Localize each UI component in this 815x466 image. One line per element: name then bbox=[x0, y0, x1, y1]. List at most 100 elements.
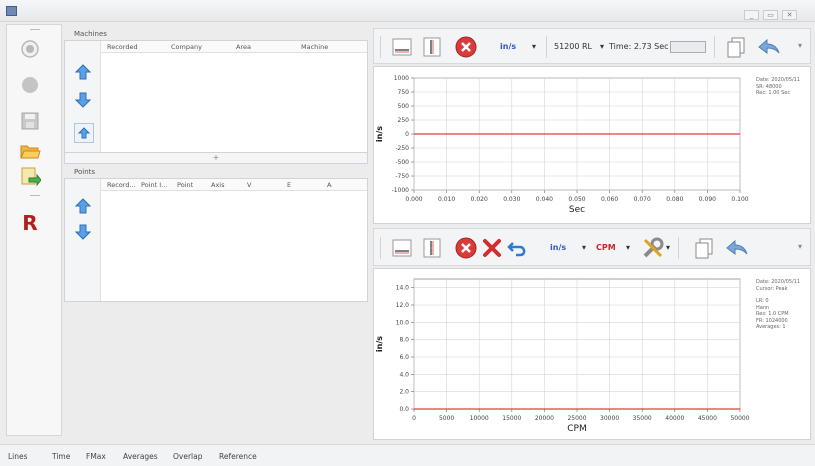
waveform-clear-button[interactable] bbox=[454, 35, 478, 59]
open-folder-button[interactable] bbox=[18, 139, 42, 163]
y-tick-label: 12.0 bbox=[396, 302, 410, 309]
x-tick-label: 35000 bbox=[633, 415, 652, 422]
waveform-chart-panel: 0.000 0.010 0.020 0.030 0.040 0.050 0.060 0.070… bbox=[373, 66, 811, 224]
x-tick-label: 5000 bbox=[439, 415, 454, 422]
spectrum-xunits-select[interactable]: CPM bbox=[596, 243, 616, 252]
spectrum-chart-panel: 0 5000 10000 15000 20000 25000 30000 35000 40000… bbox=[373, 268, 811, 440]
y-tick-label: -500 bbox=[395, 159, 409, 166]
machine-upload-button[interactable] bbox=[74, 123, 94, 143]
column-recorded[interactable]: Recorded bbox=[107, 43, 138, 51]
close-circle-icon bbox=[455, 237, 477, 259]
status-time[interactable]: Time bbox=[52, 452, 70, 461]
waveform-chart[interactable]: 0.000 0.010 0.020 0.030 0.040 0.050 0.060 0.070… bbox=[374, 67, 810, 223]
grip-divider bbox=[30, 195, 40, 196]
lines-dropdown-icon[interactable]: ▾ bbox=[600, 42, 604, 51]
status-reference[interactable]: Reference bbox=[219, 452, 257, 461]
lines-resolution-select[interactable]: 51200 RL bbox=[554, 42, 592, 51]
x-tick-label: 0.080 bbox=[666, 196, 683, 203]
stop-button[interactable] bbox=[18, 73, 42, 97]
column-v[interactable]: V bbox=[247, 181, 251, 189]
spectrum-lines-button[interactable] bbox=[390, 236, 414, 260]
save-disk-icon bbox=[21, 112, 39, 130]
arrow-up-icon bbox=[75, 198, 91, 214]
y-axis-label: in/s bbox=[375, 336, 384, 352]
report-button[interactable]: R bbox=[18, 211, 42, 235]
waveform-lines-button[interactable] bbox=[390, 35, 414, 59]
minimize-button[interactable]: _ bbox=[744, 10, 759, 20]
points-panel: Record... Point I... Point Axis V E A bbox=[64, 178, 368, 302]
record-button[interactable] bbox=[18, 37, 42, 61]
tools-dropdown-icon[interactable]: ▾ bbox=[666, 243, 670, 252]
spectrum-toolbar-overflow[interactable]: ▾ bbox=[798, 242, 802, 251]
column-axis[interactable]: Axis bbox=[211, 181, 225, 189]
status-lines[interactable]: Lines bbox=[8, 452, 28, 461]
points-column-headers: Record... Point I... Point Axis V E A bbox=[101, 179, 367, 191]
folder-open-icon bbox=[20, 145, 41, 159]
waveform-units-select[interactable]: in/s bbox=[500, 42, 516, 51]
points-list[interactable] bbox=[101, 191, 367, 301]
waveform-toolbar-overflow[interactable]: ▾ bbox=[798, 41, 802, 50]
toolbar-separator bbox=[678, 237, 679, 259]
x-tick-label: 0 bbox=[412, 415, 416, 422]
points-title: Points bbox=[74, 168, 96, 176]
x-tick-label: 25000 bbox=[567, 415, 586, 422]
x-tick-label: 0.090 bbox=[699, 196, 716, 203]
machines-nav-strip bbox=[65, 41, 101, 163]
machines-list[interactable] bbox=[101, 53, 367, 163]
column-point-id[interactable]: Point I... bbox=[141, 181, 167, 189]
progress-bar bbox=[670, 41, 706, 53]
spectrum-back-button[interactable] bbox=[724, 236, 750, 260]
status-averages[interactable]: Averages bbox=[123, 452, 158, 461]
undo-button[interactable] bbox=[756, 35, 782, 59]
tools-button[interactable] bbox=[640, 235, 666, 261]
y-tick-label: 10.0 bbox=[396, 319, 410, 326]
y-tick-label: 2.0 bbox=[399, 389, 409, 396]
spectrum-xunits-dropdown-icon[interactable]: ▾ bbox=[626, 243, 630, 252]
app-icon bbox=[6, 6, 17, 16]
status-overlap[interactable]: Overlap bbox=[173, 452, 202, 461]
column-company[interactable]: Company bbox=[171, 43, 202, 51]
column-a[interactable]: A bbox=[327, 181, 331, 189]
machine-move-up-button[interactable] bbox=[74, 63, 92, 81]
maximize-button[interactable]: ▭ bbox=[763, 10, 778, 20]
column-record[interactable]: Record... bbox=[107, 181, 136, 189]
save-button[interactable] bbox=[18, 109, 42, 133]
column-machine[interactable]: Machine bbox=[301, 43, 328, 51]
x-tick-label: 15000 bbox=[502, 415, 521, 422]
spectrum-units-select[interactable]: in/s bbox=[550, 243, 566, 252]
import-button[interactable] bbox=[18, 165, 42, 189]
x-axis-label: CPM bbox=[567, 424, 586, 434]
spectrum-units-dropdown-icon[interactable]: ▾ bbox=[582, 243, 586, 252]
spectrum-copy-button[interactable] bbox=[692, 236, 716, 260]
column-area[interactable]: Area bbox=[236, 43, 251, 51]
waveform-units-dropdown-icon[interactable]: ▾ bbox=[532, 42, 536, 51]
toolbar-separator bbox=[714, 36, 715, 58]
x-tick-label: 20000 bbox=[535, 415, 554, 422]
add-machine-button[interactable]: + bbox=[64, 152, 368, 164]
spectrum-cursor-button[interactable] bbox=[420, 236, 444, 260]
point-move-up-button[interactable] bbox=[74, 197, 92, 215]
y-tick-label: 14.0 bbox=[396, 285, 410, 292]
arrow-up-icon bbox=[75, 64, 91, 80]
machine-move-down-button[interactable] bbox=[74, 91, 92, 109]
spectrum-delete-button[interactable] bbox=[480, 236, 504, 260]
close-button[interactable]: ✕ bbox=[782, 10, 797, 20]
column-e[interactable]: E bbox=[287, 181, 291, 189]
toolbar-grip bbox=[380, 36, 381, 58]
column-point[interactable]: Point bbox=[177, 181, 193, 189]
spectrum-clear-button[interactable] bbox=[454, 236, 478, 260]
y-tick-label: 250 bbox=[398, 117, 410, 124]
copy-button[interactable] bbox=[724, 35, 748, 59]
stop-icon bbox=[22, 77, 38, 93]
status-fmax[interactable]: FMax bbox=[86, 452, 106, 461]
waveform-cursor-button[interactable] bbox=[420, 35, 444, 59]
machines-column-headers: Recorded Company Area Machine bbox=[101, 41, 367, 53]
spectrum-undo-button[interactable] bbox=[506, 236, 530, 260]
tools-icon bbox=[643, 237, 664, 258]
x-tick-label: 0.030 bbox=[503, 196, 520, 203]
y-tick-label: 1000 bbox=[394, 75, 409, 82]
machines-panel: Recorded Company Area Machine bbox=[64, 40, 368, 164]
point-move-down-button[interactable] bbox=[74, 223, 92, 241]
spectrum-chart[interactable]: 0 5000 10000 15000 20000 25000 30000 35000 40000… bbox=[374, 269, 810, 439]
y-tick-label: 750 bbox=[398, 89, 410, 96]
